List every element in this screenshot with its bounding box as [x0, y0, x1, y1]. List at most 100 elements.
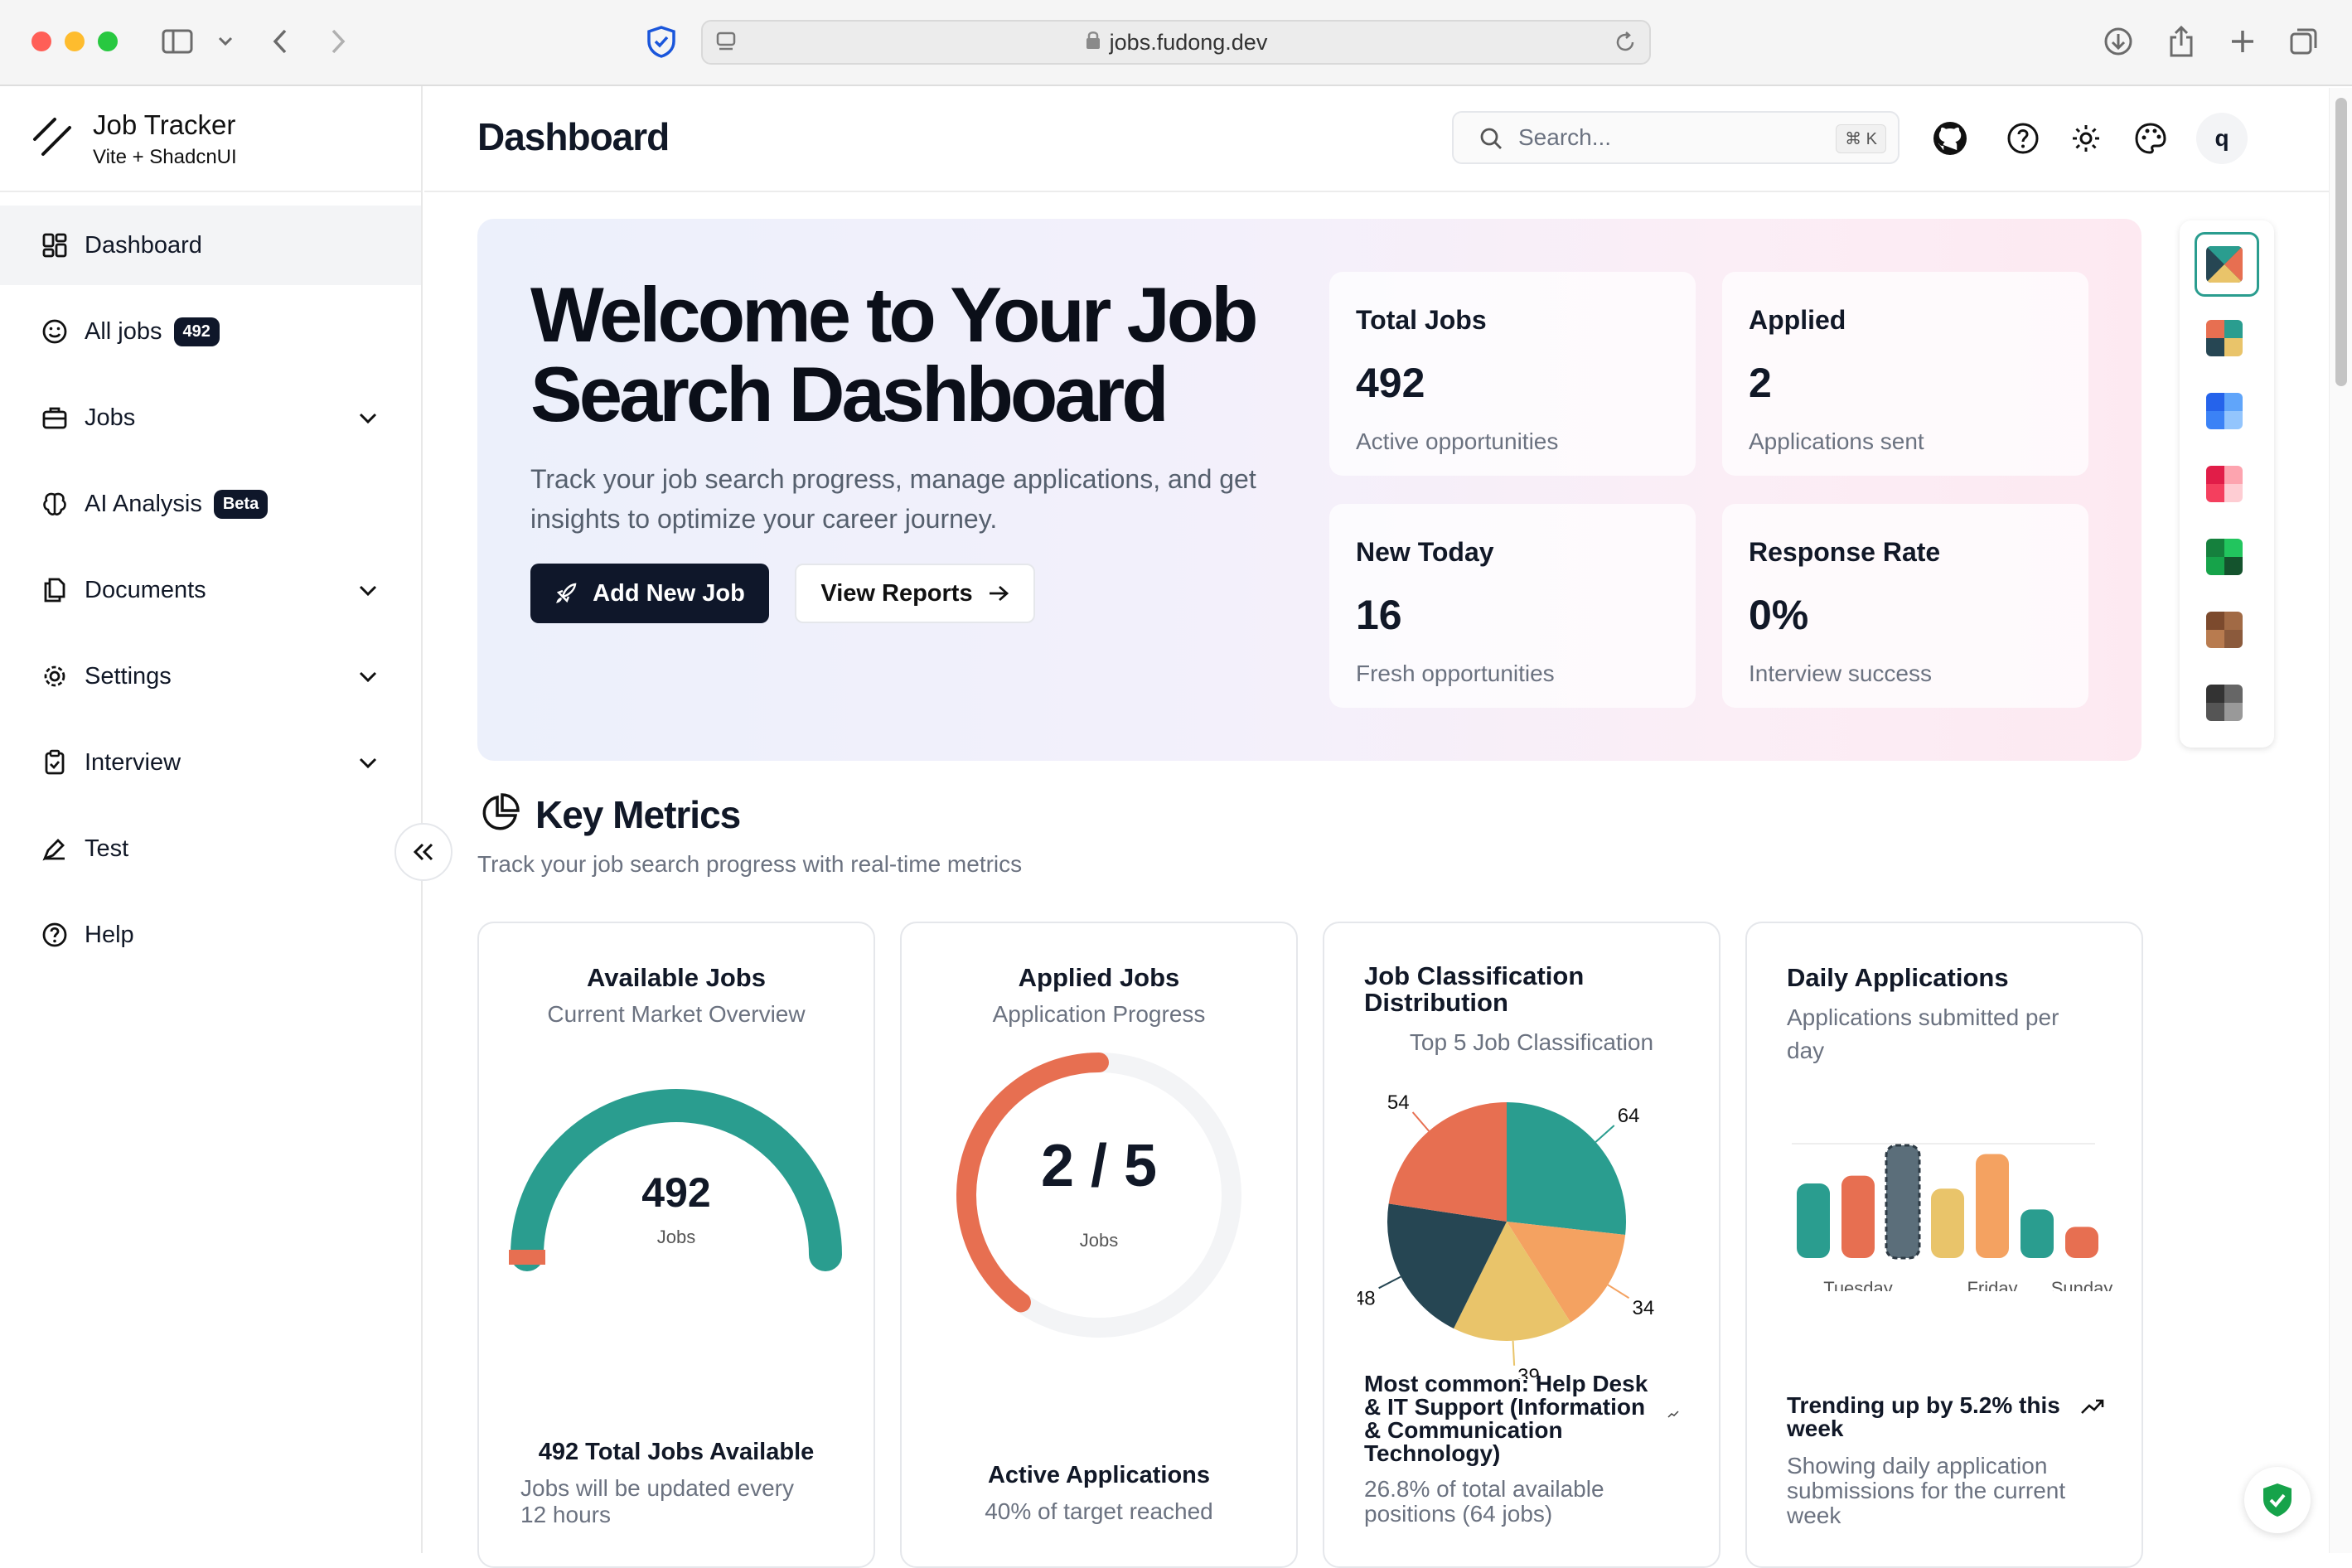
new-tab-icon[interactable] [2226, 25, 2259, 58]
bar[interactable] [2020, 1209, 2054, 1258]
job-classification-card: Job Classification Distribution Top 5 Jo… [1323, 922, 1720, 1568]
stat-card-total-jobs: Total Jobs 492 Active opportunities [1329, 272, 1696, 476]
theme-swatch-5[interactable] [2206, 539, 2243, 575]
chevron-down-icon[interactable] [209, 25, 242, 58]
daily-applications-card: Daily Applications Applications submitte… [1745, 922, 2143, 1568]
palette-icon[interactable] [2132, 119, 2170, 157]
bar[interactable] [1797, 1183, 1830, 1258]
bar[interactable] [1976, 1154, 2009, 1258]
chevron-down-icon[interactable] [358, 577, 378, 604]
chevron-down-icon[interactable] [358, 749, 378, 777]
footer-line: Showing daily application [1787, 1453, 2048, 1478]
stat-value: 0% [1749, 592, 1809, 638]
footer-line: 26.8% of total available [1364, 1476, 1604, 1502]
help-circle-icon[interactable] [2004, 119, 2042, 157]
theme-swatch-7[interactable] [2206, 685, 2243, 721]
address-bar[interactable]: jobs.fudong.dev [701, 20, 1651, 65]
scrollbar-track[interactable] [2329, 88, 2352, 1553]
footer-line: 12 hours [520, 1502, 611, 1527]
bar[interactable] [1931, 1188, 1964, 1258]
tab-overview-icon[interactable] [2287, 25, 2321, 58]
bar[interactable] [2065, 1227, 2098, 1258]
key-metrics-title: Key Metrics [535, 793, 741, 836]
close-window-button[interactable] [31, 31, 51, 51]
add-new-job-button[interactable]: Add New Job [530, 564, 769, 623]
theme-swatch-4[interactable] [2206, 466, 2243, 502]
pie-label-line [1378, 1275, 1401, 1290]
collapse-sidebar-button[interactable] [394, 823, 452, 881]
scrollbar-thumb[interactable] [2335, 98, 2347, 386]
sidebar-item-label: All jobs [85, 317, 162, 345]
bar-tick-label: Sunday [2051, 1278, 2113, 1291]
pie-value-label: 64 [1618, 1105, 1640, 1127]
sidebar-item-test[interactable]: Test [0, 809, 421, 888]
title-line: Distribution [1364, 988, 1508, 1017]
bar[interactable] [1885, 1144, 1921, 1260]
sidebar-item-documents[interactable]: Documents [0, 550, 421, 630]
sun-icon[interactable] [2067, 119, 2105, 157]
pie-slice[interactable] [1507, 1102, 1626, 1236]
page-menu-icon[interactable] [714, 30, 739, 60]
add-new-job-label: Add New Job [593, 579, 745, 607]
trending-up-icon [1667, 1407, 1679, 1422]
sidebar-item-dashboard[interactable]: Dashboard [0, 206, 421, 285]
smile-icon [40, 317, 70, 346]
footer-line: Jobs will be updated every [520, 1475, 794, 1501]
footer-line: Technology) [1364, 1440, 1501, 1466]
sidebar-item-all-jobs[interactable]: All jobs 492 [0, 292, 421, 371]
github-icon[interactable] [1931, 119, 1969, 157]
sidebar-item-help[interactable]: Help [0, 895, 421, 975]
bar[interactable] [1841, 1175, 1875, 1258]
theme-swatch-3[interactable] [2206, 393, 2243, 429]
minimize-window-button[interactable] [65, 31, 85, 51]
stat-title: Total Jobs [1356, 305, 1487, 335]
shortcut-badge: ⌘ K [1836, 124, 1886, 153]
share-icon[interactable] [2165, 25, 2198, 58]
sidebar-item-interview[interactable]: Interview [0, 723, 421, 802]
card-footer-subtitle: 40% of target reached [985, 1498, 1213, 1524]
sidebar-item-jobs[interactable]: Jobs [0, 378, 421, 457]
view-reports-button[interactable]: View Reports [795, 564, 1035, 623]
pie-chart-icon [479, 792, 520, 838]
sidebar-toggle-icon[interactable] [161, 25, 194, 58]
chevron-down-icon[interactable] [358, 663, 378, 690]
stat-card-new-today: New Today 16 Fresh opportunities [1329, 504, 1696, 708]
gauge-unit: Jobs [656, 1227, 696, 1247]
rocket-icon [554, 582, 578, 605]
card-footer-subtitle: 26.8% of total available positions (64 j… [1364, 1477, 1604, 1527]
gauge-value: 492 [641, 1169, 711, 1216]
avatar[interactable]: q [2196, 113, 2248, 164]
security-status-button[interactable] [2244, 1467, 2311, 1533]
hero-description: Track your job search progress, manage a… [530, 459, 1256, 539]
stat-subtitle: Active opportunities [1356, 428, 1559, 454]
search-input[interactable]: Search... ⌘ K [1452, 111, 1900, 164]
stat-card-response-rate: Response Rate 0% Interview success [1722, 504, 2088, 708]
sidebar-item-label: Dashboard [85, 231, 202, 259]
pie-slice[interactable] [1388, 1102, 1507, 1222]
card-title: Available Jobs [587, 963, 766, 992]
stat-value: 492 [1356, 360, 1425, 406]
subtitle-line: day [1787, 1038, 1825, 1063]
footer-line: week [1787, 1416, 1844, 1441]
chevrons-left-icon [413, 843, 433, 861]
back-arrow-icon[interactable] [264, 25, 297, 58]
theme-swatch-2[interactable] [2206, 320, 2243, 356]
download-icon[interactable] [2102, 25, 2135, 58]
reload-icon[interactable] [1613, 30, 1638, 60]
theme-swatch-6[interactable] [2206, 612, 2243, 648]
shield-icon[interactable] [645, 25, 678, 58]
sidebar-item-settings[interactable]: Settings [0, 636, 421, 716]
stat-value: 2 [1749, 360, 1772, 406]
hero-description-line-2: insights to optimize your career journey… [530, 504, 998, 534]
browser-toolbar: jobs.fudong.dev [0, 0, 2352, 86]
theme-swatch-1[interactable] [2206, 246, 2243, 283]
sidebar: Job Tracker Vite + ShadcnUI Dashboard Al… [0, 86, 423, 1553]
card-footer-title: Most common: Help Desk & IT Support (Inf… [1364, 1372, 1648, 1465]
chevron-down-icon[interactable] [358, 404, 378, 432]
top-header: Dashboard Search... ⌘ K q [424, 86, 2330, 192]
maximize-window-button[interactable] [98, 31, 118, 51]
forward-arrow-icon[interactable] [322, 25, 355, 58]
welcome-hero: Welcome to Your Job Search Dashboard Tra… [477, 219, 2141, 761]
sidebar-item-ai-analysis[interactable]: AI Analysis Beta [0, 464, 421, 544]
card-footer-title: 492 Total Jobs Available [538, 1439, 815, 1465]
